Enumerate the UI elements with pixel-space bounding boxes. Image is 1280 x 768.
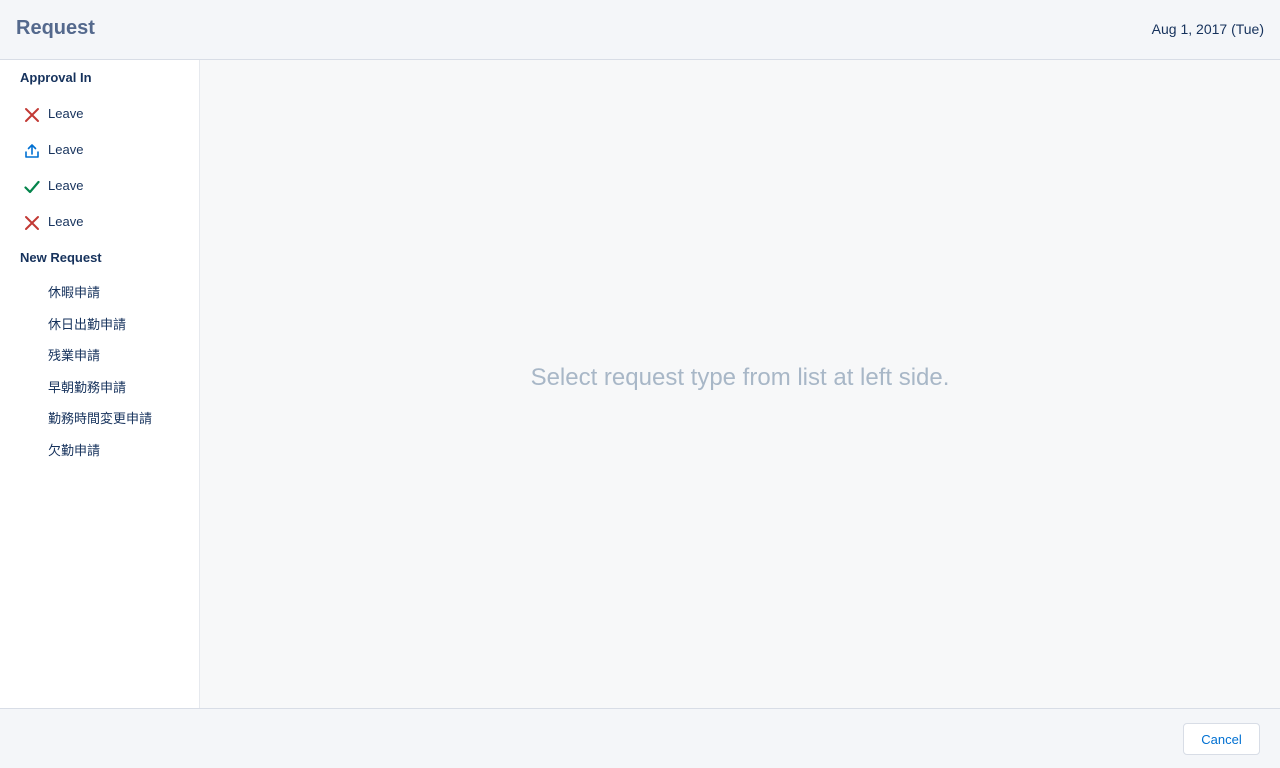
new-request-item[interactable]: 欠勤申請: [0, 432, 199, 464]
rejected-x-icon: [25, 108, 39, 122]
approval-item-label: Leave: [48, 142, 84, 157]
approval-item-label: Leave: [48, 214, 84, 229]
checkmark-icon: [24, 180, 40, 194]
new-request-item[interactable]: 休暇申請: [0, 274, 199, 306]
approval-item-label: Leave: [48, 106, 84, 121]
cancel-button[interactable]: Cancel: [1183, 723, 1260, 755]
modal-header: Request Aug 1, 2017 (Tue): [0, 0, 1280, 60]
new-request-label: 残業申請: [48, 349, 101, 364]
approval-item-label: Leave: [48, 178, 84, 193]
upload-icon: [25, 144, 39, 158]
rejected-x-icon: [25, 216, 39, 230]
approval-item-leave-rejected[interactable]: Leave: [0, 98, 199, 130]
empty-state-message: Select request type from list at left si…: [530, 364, 950, 391]
new-request-label: 勤務時間変更申請: [48, 412, 153, 427]
new-request-label: 早朝勤務申請: [48, 381, 127, 396]
page-title: Request: [16, 17, 95, 39]
modal-footer: Cancel: [0, 708, 1280, 768]
new-request-label: 休暇申請: [48, 286, 101, 301]
current-date: Aug 1, 2017 (Tue): [1151, 21, 1264, 37]
approval-item-leave-rejected[interactable]: Leave: [0, 206, 199, 238]
approval-in-heading: Approval In: [20, 70, 92, 85]
new-request-item[interactable]: 勤務時間変更申請: [0, 400, 199, 432]
new-request-label: 休日出勤申請: [48, 318, 127, 333]
request-detail-panel: Select request type from list at left si…: [200, 60, 1280, 708]
approval-item-leave-submitted[interactable]: Leave: [0, 134, 199, 166]
new-request-item[interactable]: 休日出勤申請: [0, 306, 199, 338]
new-request-item[interactable]: 早朝勤務申請: [0, 369, 199, 401]
new-request-item[interactable]: 残業申請: [0, 337, 199, 369]
request-sidebar: Approval In Leave Leave Leave Leave New …: [0, 60, 200, 708]
new-request-label: 欠勤申請: [48, 444, 101, 459]
new-request-heading: New Request: [20, 250, 102, 265]
approval-item-leave-approved[interactable]: Leave: [0, 170, 199, 202]
